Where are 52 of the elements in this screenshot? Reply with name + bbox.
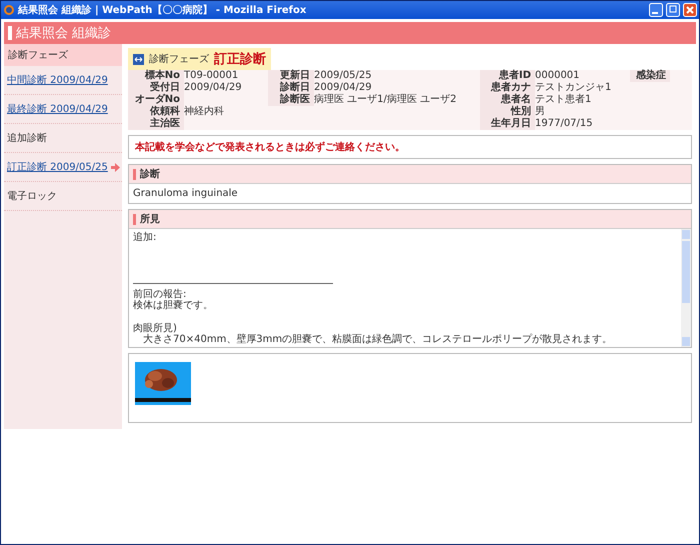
field-label: 患者名 — [480, 94, 535, 106]
field-label: 生年月日 — [480, 118, 535, 130]
minimize-button[interactable] — [649, 3, 663, 17]
field-value: 神経内科 — [184, 106, 225, 118]
field-value: 0000001 — [535, 70, 581, 82]
field-label: 更新日 — [268, 70, 314, 82]
phase-link[interactable]: 最終診断 2009/04/29 — [7, 102, 108, 116]
header-mark — [133, 168, 136, 180]
field-label: 標本No — [128, 70, 184, 82]
field-label: 患者カナ — [480, 82, 535, 94]
field-value: 2009/04/29 — [184, 82, 243, 94]
field-value: 2009/05/25 — [314, 70, 373, 82]
close-button[interactable] — [683, 3, 697, 17]
diagnosis-text: Granuloma inguinale — [132, 187, 239, 201]
findings-line: 検体は胆嚢です。 — [133, 300, 214, 312]
phase-link[interactable]: 訂正診断 2009/05/25 — [7, 160, 108, 174]
sidebar-text: 追加診断 — [7, 132, 47, 145]
field-value: 2009/04/29 — [314, 82, 373, 94]
page-title: 結果照会 組織診 — [16, 25, 112, 42]
field-value: 病理医 ユーザ1/病理医 ユーザ2 — [314, 94, 458, 106]
findings-line: 追加: — [133, 232, 158, 244]
panel-title: 診断 — [140, 168, 160, 181]
phase-label: 診断フェーズ — [149, 52, 209, 66]
header-mark — [133, 214, 136, 224]
swap-icon — [133, 54, 144, 64]
field-label: 性別 — [480, 106, 535, 118]
field-value: テストカンジャ1 — [535, 82, 612, 94]
field-value: 男 — [535, 106, 546, 118]
panel-title: 所見 — [140, 212, 160, 226]
sidebar-text: 電子ロック — [7, 190, 57, 203]
field-label: 主治医 — [128, 118, 184, 130]
sidebar-heading: 診断フェーズ — [4, 44, 122, 66]
field-label: 診断医 — [268, 94, 314, 106]
header-mark — [8, 26, 12, 40]
field-label: 感染症 — [630, 70, 670, 82]
field-label: 依頼科 — [128, 106, 184, 118]
restore-button[interactable] — [666, 3, 680, 17]
findings-line: 大きさ70×40mm、壁厚3mmの胆嚢で、粘膜面は緑色調で、コレステロールポリープが散見されます。 — [142, 334, 614, 346]
field-label: オーダNo — [128, 94, 184, 106]
window-title: 結果照会 組織診 | WebPath【〇〇病院】 - Mozilla Firefox — [18, 4, 308, 17]
field-label: 診断日 — [268, 82, 314, 94]
field-value: 1977/07/15 — [535, 118, 594, 130]
phase-value: 訂正診断 — [214, 51, 266, 68]
notice-text: 本記載を学会などで発表されるときは必ずご連絡ください。 — [128, 135, 692, 159]
field-value: テスト患者1 — [535, 94, 592, 106]
findings-line: 肉眼所見) — [133, 322, 178, 334]
field-label: 受付日 — [128, 82, 184, 94]
field-label: 患者ID — [480, 70, 535, 82]
field-value: T09-00001 — [184, 70, 240, 82]
phase-link[interactable]: 中間診断 2009/04/29 — [7, 73, 108, 87]
findings-line: 前回の報告: — [133, 288, 188, 300]
browser-icon — [3, 4, 15, 16]
